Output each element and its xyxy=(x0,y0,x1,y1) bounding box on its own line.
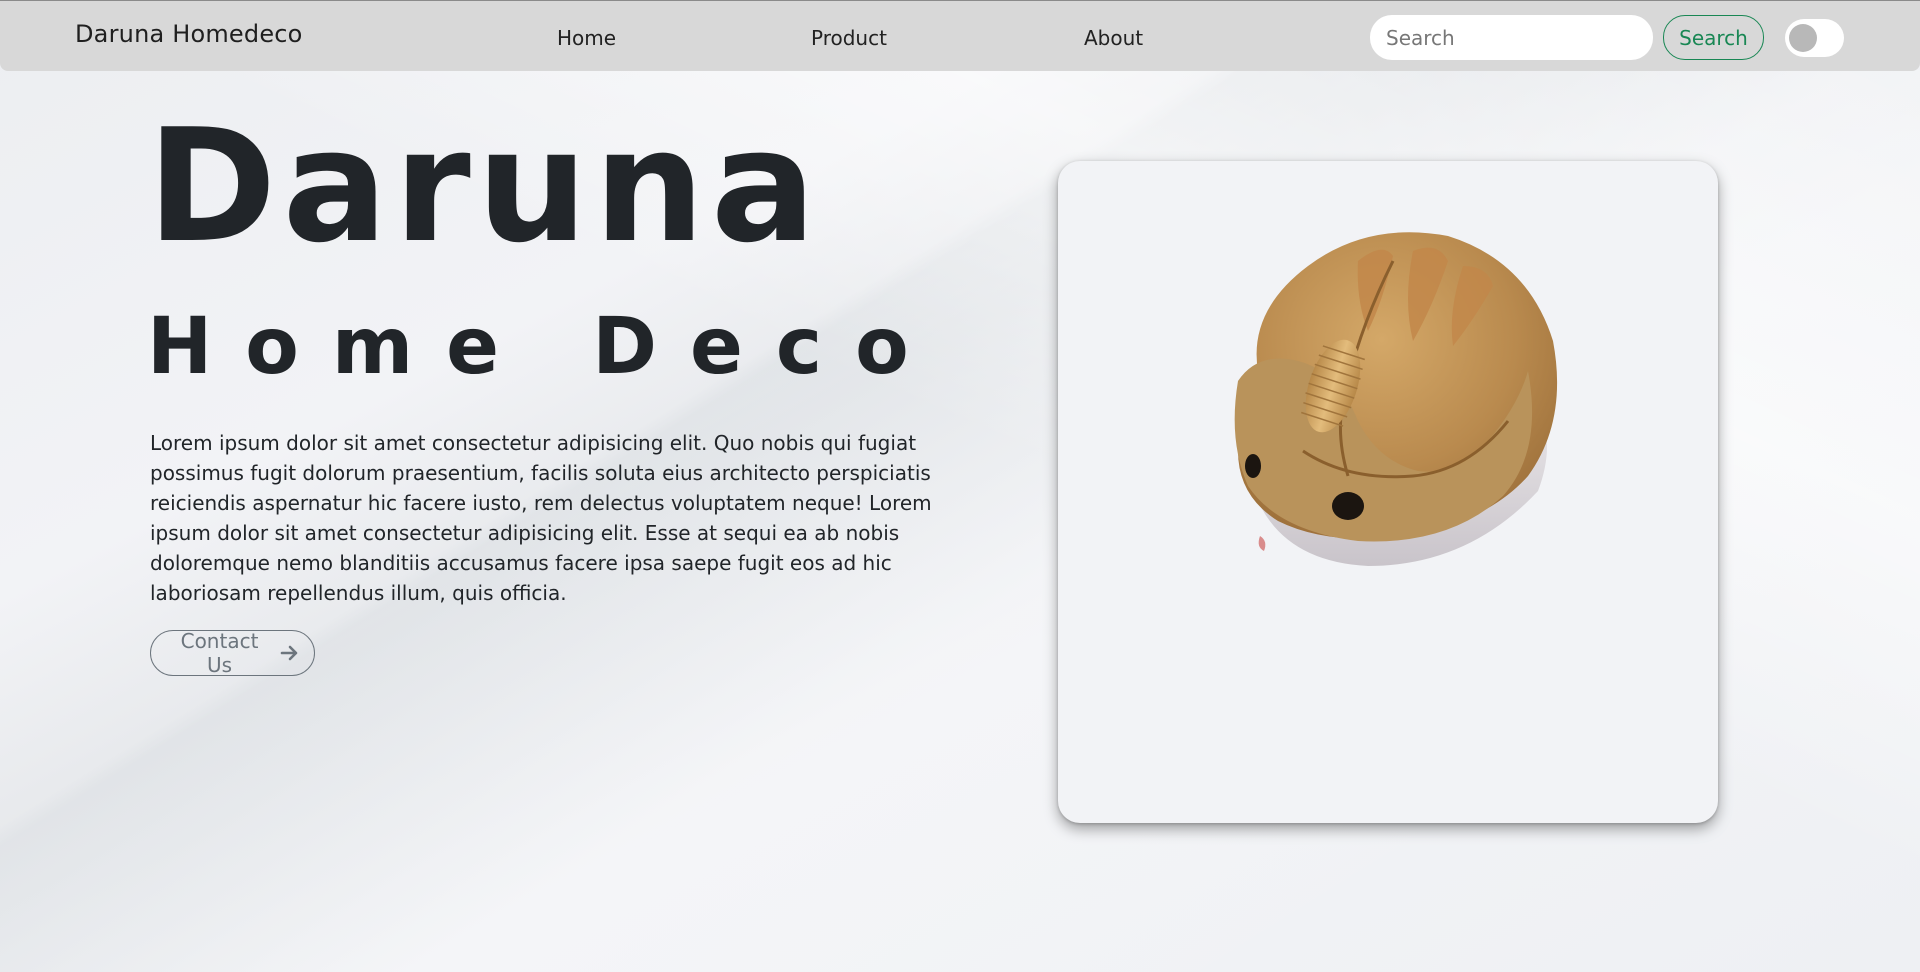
search-input[interactable] xyxy=(1370,15,1653,60)
product-card xyxy=(1058,161,1718,823)
search-button[interactable]: Search xyxy=(1663,15,1764,60)
nav-link-product[interactable]: Product xyxy=(811,26,887,50)
nav-link-about[interactable]: About xyxy=(1084,26,1143,50)
nav-link-home[interactable]: Home xyxy=(557,26,616,50)
brand-logo[interactable]: Daruna Homedeco xyxy=(75,20,303,48)
arrow-right-icon xyxy=(280,645,298,661)
hero-title: Daruna xyxy=(147,95,823,277)
hero-description: Lorem ipsum dolor sit amet consectetur a… xyxy=(150,431,932,605)
hero-subtitle: Home Deco xyxy=(147,302,942,392)
contact-us-button[interactable]: Contact Us xyxy=(150,629,315,677)
contact-us-label: Contact Us xyxy=(180,629,259,677)
navbar: Daruna Homedeco Home Product About Searc… xyxy=(0,0,1920,71)
hamster-mouse-image xyxy=(1234,232,1558,566)
toggle-knob xyxy=(1789,24,1817,52)
theme-toggle[interactable] xyxy=(1785,19,1844,57)
